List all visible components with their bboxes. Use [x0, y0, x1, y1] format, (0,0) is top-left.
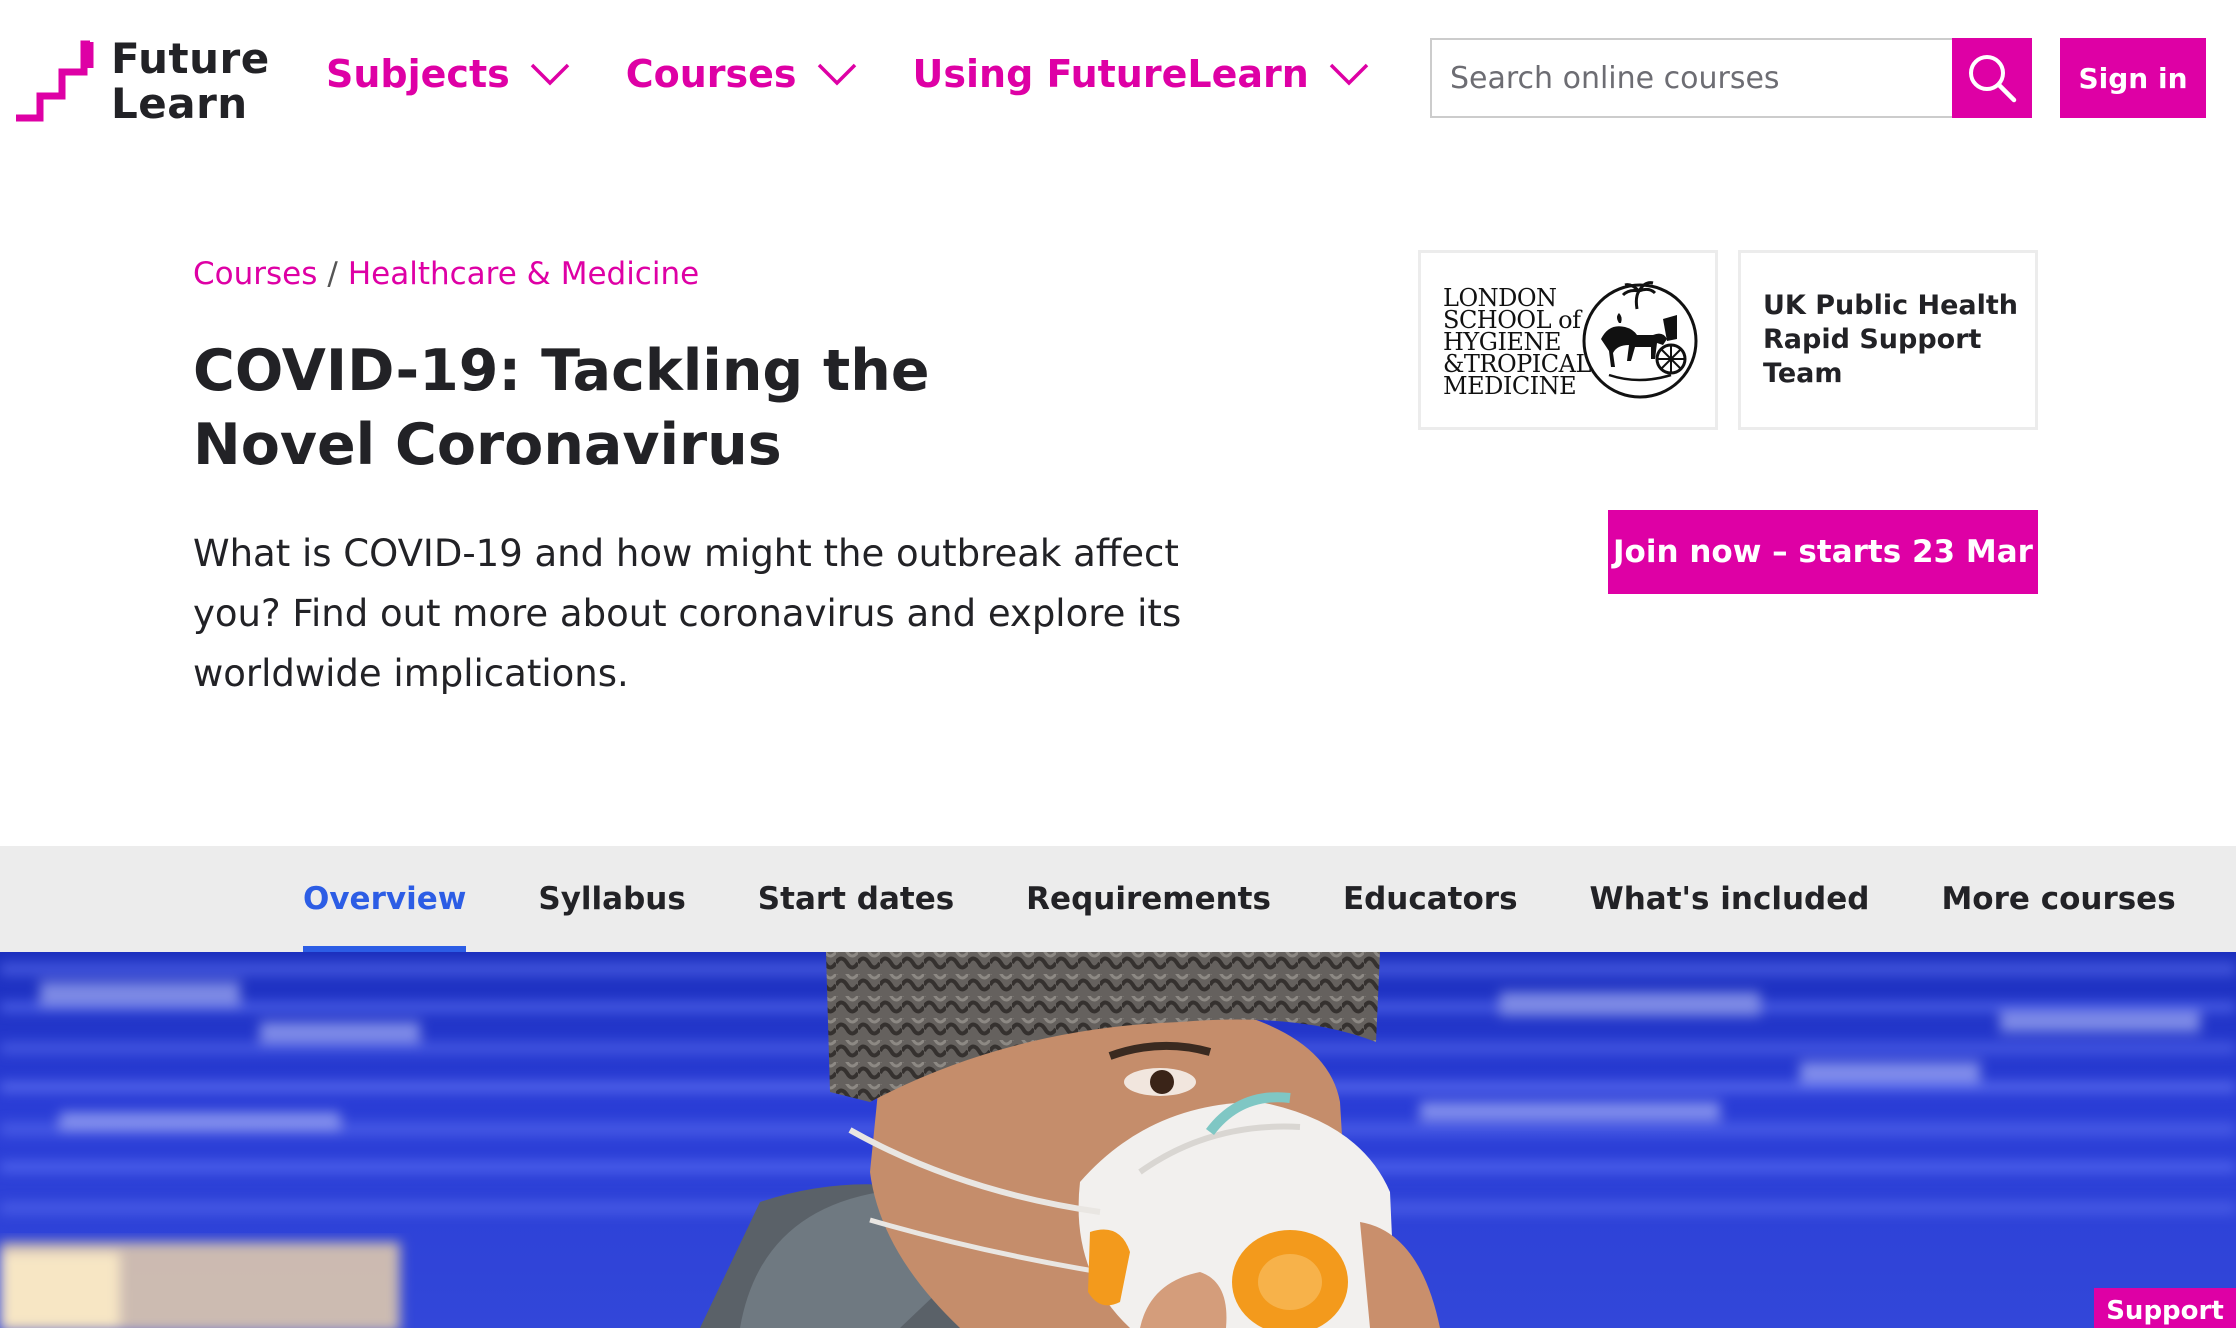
lshtm-line: MEDICINE: [1443, 372, 1577, 400]
chevron-down-icon: [530, 63, 569, 86]
nav-courses[interactable]: Courses: [626, 52, 857, 96]
main-nav: Subjects Courses Using FutureLearn: [326, 52, 1369, 96]
search-input[interactable]: [1432, 40, 1950, 116]
partner-logo-uk-phrst[interactable]: UK Public Health Rapid Support Team: [1738, 250, 2038, 430]
search-button[interactable]: [1952, 38, 2032, 118]
course-tabs-bar: Overview Syllabus Start dates Requiremen…: [0, 846, 2236, 952]
uk-phrst-wordmark: UK Public Health Rapid Support Team: [1763, 289, 2035, 391]
breadcrumb-healthcare-medicine[interactable]: Healthcare & Medicine: [348, 256, 699, 292]
uk-phrst-line: Rapid Support Team: [1763, 324, 1982, 389]
tab-more-courses[interactable]: More courses: [1941, 846, 2175, 952]
sign-in-button[interactable]: Sign in: [2060, 38, 2206, 118]
logo-wordmark: Future Learn: [111, 36, 270, 126]
nav-subjects[interactable]: Subjects: [326, 52, 570, 96]
logo-staircase-icon: [16, 40, 94, 122]
search-icon: [1969, 55, 2017, 103]
site-header: Future Learn Subjects Courses Using Futu…: [0, 0, 2236, 160]
uk-phrst-line: UK Public Health: [1763, 290, 2019, 321]
tab-whats-included[interactable]: What's included: [1590, 846, 1870, 952]
tab-educators[interactable]: Educators: [1343, 846, 1518, 952]
breadcrumb-separator: /: [327, 256, 338, 292]
nav-using-futurelearn-label: Using FutureLearn: [912, 52, 1309, 96]
logo-line-1: Future: [111, 34, 270, 83]
support-button[interactable]: Support: [2094, 1288, 2236, 1328]
tab-requirements[interactable]: Requirements: [1026, 846, 1271, 952]
tab-syllabus[interactable]: Syllabus: [538, 846, 685, 952]
search-box: [1430, 38, 2032, 118]
tab-start-dates[interactable]: Start dates: [758, 846, 954, 952]
logo-line-2: Learn: [111, 79, 248, 128]
nav-using-futurelearn[interactable]: Using FutureLearn: [913, 52, 1369, 96]
course-tabs: Overview Syllabus Start dates Requiremen…: [303, 846, 2176, 952]
partner-logo-lshtm[interactable]: LONDON SCHOOL of HYGIENE &TROPICAL MEDIC…: [1418, 250, 1718, 430]
horse-chariot-seal-icon: [1582, 281, 1698, 399]
chevron-down-icon: [1329, 63, 1369, 86]
course-hero-image: [0, 952, 2236, 1328]
join-now-button[interactable]: Join now – starts 23 Mar: [1608, 510, 2038, 594]
breadcrumb-courses[interactable]: Courses: [193, 256, 317, 292]
nav-courses-label: Courses: [625, 52, 797, 96]
person-in-mask-illustration: [0, 952, 2236, 1328]
nav-subjects-label: Subjects: [326, 52, 510, 96]
breadcrumb: Courses / Healthcare & Medicine: [193, 256, 699, 292]
page-title: COVID-19: Tackling the Novel Coronavirus: [193, 338, 930, 478]
chevron-down-icon: [817, 63, 856, 86]
futurelearn-logo[interactable]: Future Learn: [16, 36, 269, 126]
lshtm-wordmark: LONDON SCHOOL of HYGIENE &TROPICAL MEDIC…: [1443, 286, 1591, 400]
tab-overview[interactable]: Overview: [303, 846, 467, 952]
course-description: What is COVID-19 and how might the outbr…: [193, 532, 1182, 695]
